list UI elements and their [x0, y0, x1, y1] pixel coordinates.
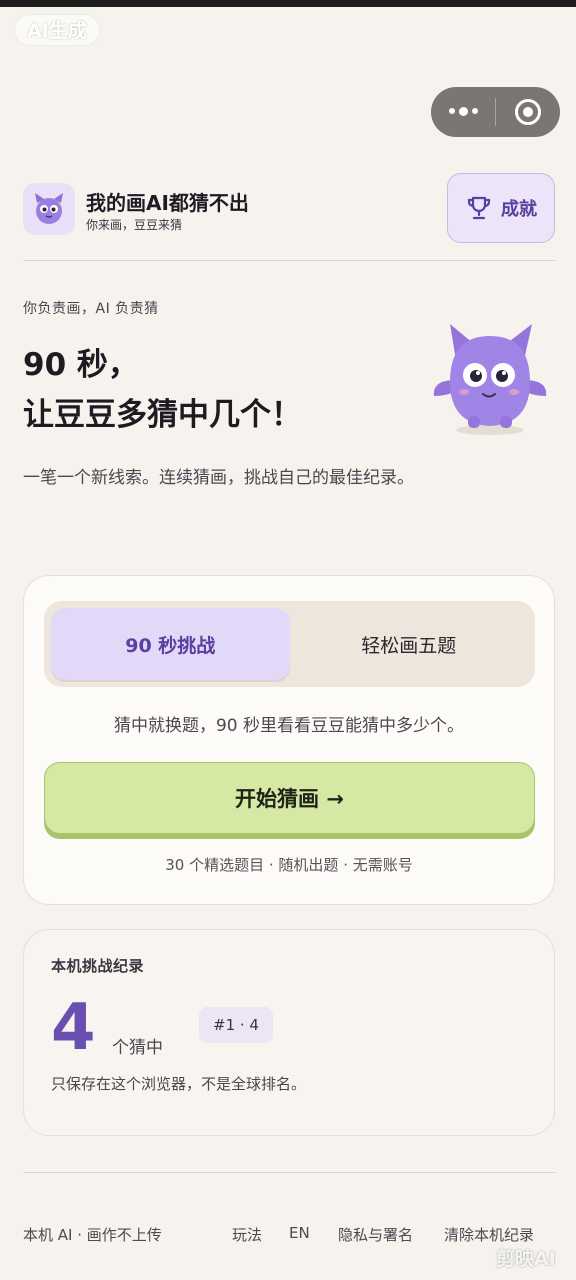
hero-title-line2: 让豆豆多猜中几个！: [23, 397, 302, 433]
more-dots-icon: [448, 106, 478, 116]
hero-tagline: 你负责画，AI 负责猜: [23, 301, 159, 317]
record-title: 本机挑战纪录: [51, 957, 145, 975]
app-subtitle: 你来画，豆豆来猜: [86, 218, 183, 232]
footer-link-privacy[interactable]: 隐私与署名: [338, 1224, 413, 1245]
mode-tabs: 90 秒挑战 轻松画五题: [44, 601, 535, 687]
mode-description: 猜中就换题，90 秒里看看豆豆能猜中多少个。: [113, 716, 465, 736]
footer: 本机 AI · 画作不上传 玩法 EN 隐私与署名 清除本机纪录: [23, 1224, 563, 1246]
mascot-icon: [35, 193, 63, 224]
record-rank-badge: #1 · 4: [199, 1007, 273, 1043]
tab-90s-challenge[interactable]: 90 秒挑战: [51, 608, 290, 680]
mode-note: 30 个精选题目 · 随机出题 · 无需账号: [165, 856, 413, 874]
trophy-icon: [467, 196, 491, 220]
footer-local-ai-note: 本机 AI · 画作不上传: [23, 1226, 162, 1244]
watermark: 剪映AI: [496, 1248, 556, 1270]
tab-easy-five[interactable]: 轻松画五题: [290, 608, 529, 680]
record-count: 4: [51, 991, 96, 1065]
ai-generated-badge: AI生成: [14, 14, 100, 46]
mode-card: 90 秒挑战 轻松画五题 猜中就换题，90 秒里看看豆豆能猜中多少个。 开始猜画…: [23, 575, 555, 905]
miniprogram-capsule: [431, 87, 560, 137]
app-header: 我的画AI都猜不出 你来画，豆豆来猜 成就: [23, 173, 555, 245]
footer-divider: [23, 1172, 555, 1173]
footer-link-clear-records[interactable]: 清除本机纪录: [444, 1224, 534, 1245]
record-unit: 个猜中: [112, 1038, 163, 1058]
footer-link-how-to-play[interactable]: 玩法: [232, 1224, 262, 1245]
footer-link-language[interactable]: EN: [289, 1224, 310, 1242]
achievements-button[interactable]: 成就: [447, 173, 555, 243]
header-divider: [23, 260, 555, 261]
hero-title-line1: 90 秒，: [23, 347, 139, 383]
close-button[interactable]: [496, 87, 560, 137]
app-logo: [23, 183, 75, 235]
hero-title: 90 秒， 让豆豆多猜中几个！: [23, 340, 302, 440]
start-button[interactable]: 开始猜画 →: [44, 762, 535, 834]
mascot-illustration: [433, 324, 547, 435]
hero-description: 一笔一个新线索。连续猜画，挑战自己的最佳纪录。: [23, 468, 414, 488]
close-target-icon: [515, 99, 541, 125]
record-card: 本机挑战纪录 4 个猜中 #1 · 4 只保存在这个浏览器，不是全球排名。: [23, 929, 555, 1136]
achievements-label: 成就: [501, 199, 537, 220]
top-status-line: [0, 0, 576, 7]
record-note: 只保存在这个浏览器，不是全球排名。: [51, 1075, 307, 1093]
more-button[interactable]: [431, 87, 495, 137]
app-title: 我的画AI都猜不出: [86, 191, 249, 215]
